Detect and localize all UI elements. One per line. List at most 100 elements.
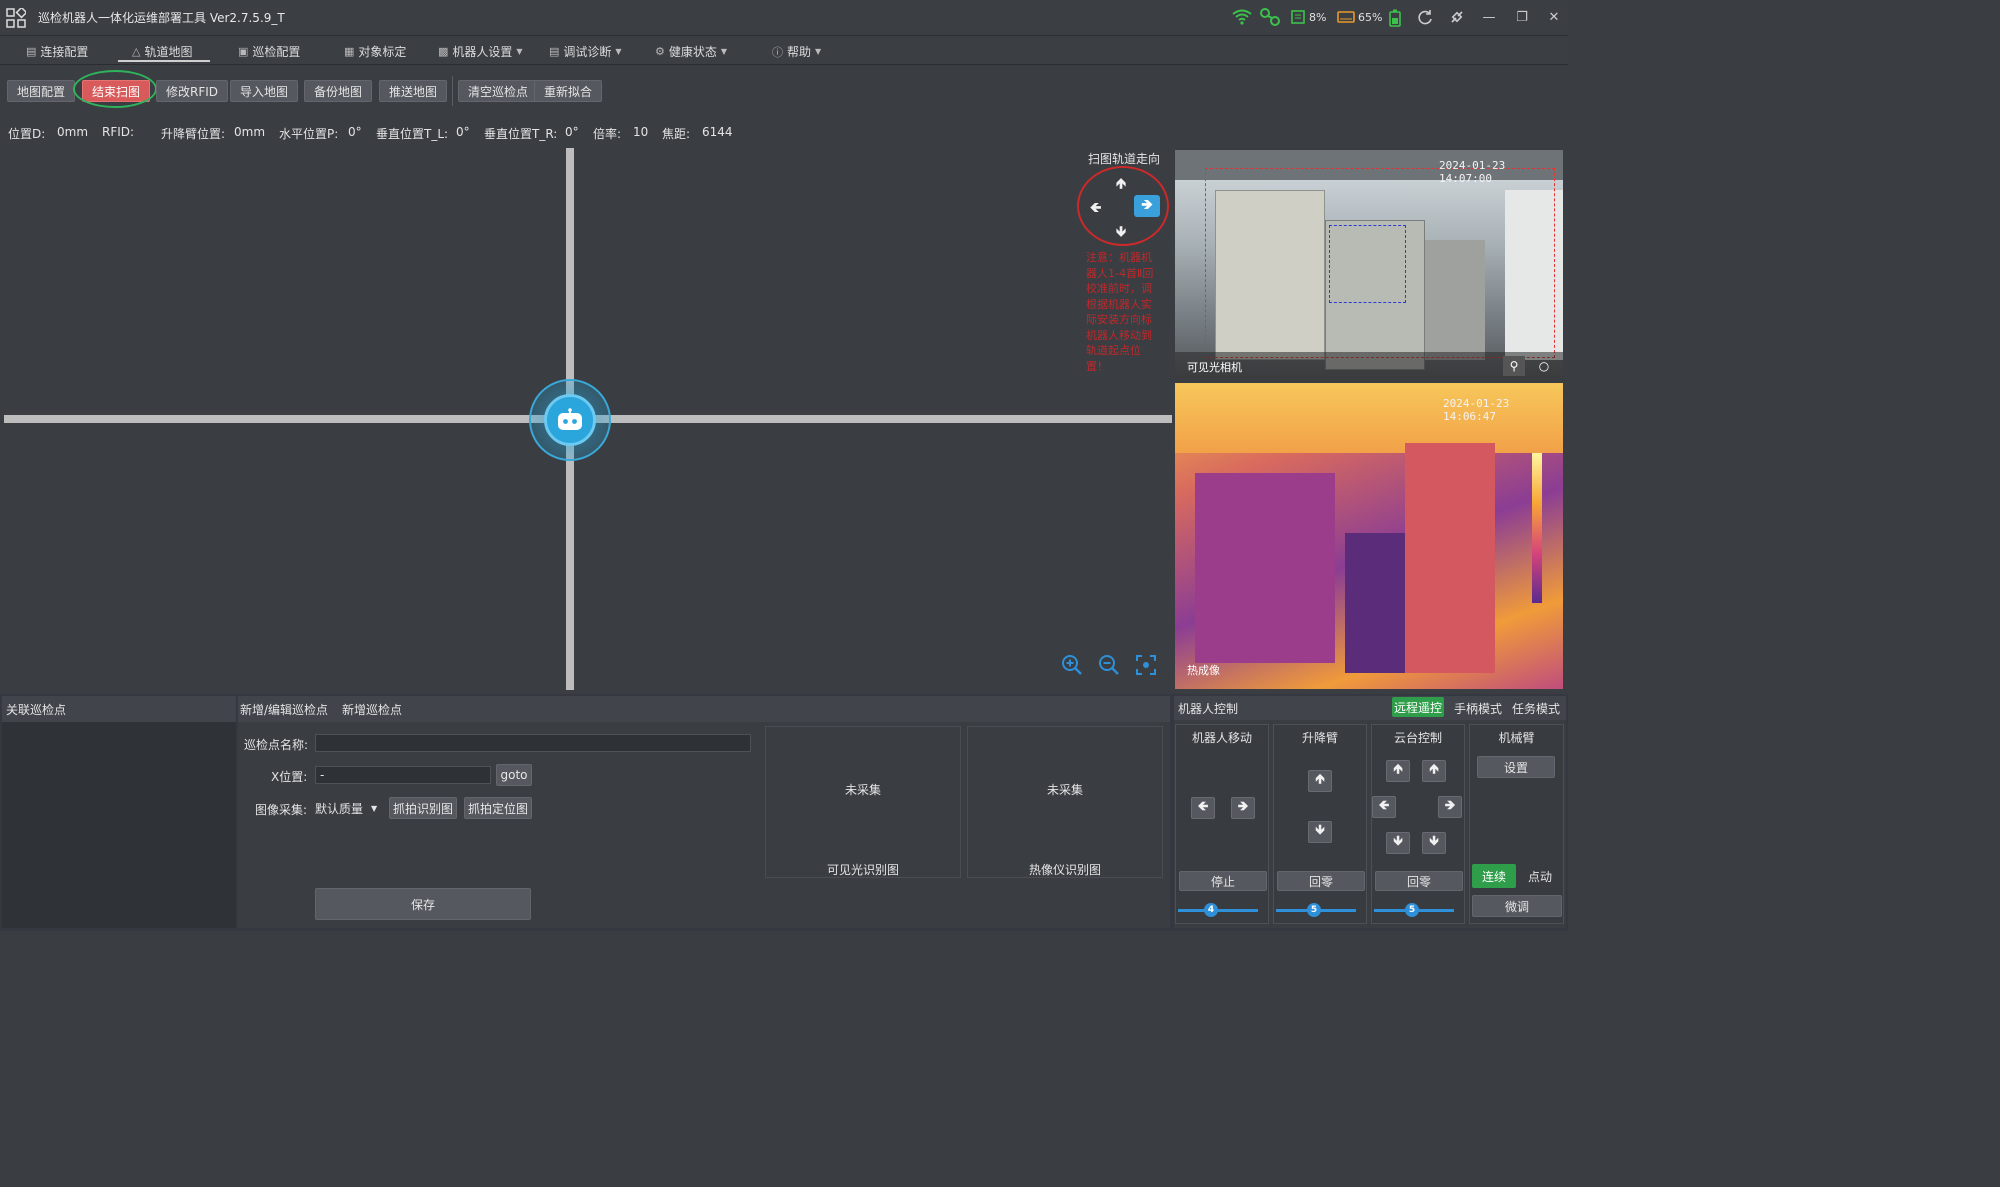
sync-icon[interactable] — [1416, 8, 1434, 26]
chevron-down-icon: ▼ — [720, 47, 728, 56]
point-move-button[interactable]: 点动 — [1518, 864, 1562, 888]
x-label: X位置: — [271, 770, 308, 784]
save-button[interactable]: 保存 — [315, 888, 531, 920]
robot-marker[interactable] — [544, 394, 596, 446]
battery-icon — [1389, 9, 1401, 27]
move-column: 机器人移动 🡸 🡺 停止 4 — [1175, 724, 1269, 924]
zoom-in-icon[interactable] — [1060, 653, 1084, 677]
clear-points-button[interactable]: 清空巡检点 — [458, 80, 539, 102]
ptz-right-icon[interactable]: 🡺 — [1438, 796, 1462, 818]
tab-edit-point[interactable]: 新增/编辑巡检点 — [240, 701, 328, 718]
edit-point-panel: 新增/编辑巡检点 新增巡检点 巡检点名称: X位置: - goto 图像采集: … — [238, 696, 1170, 928]
capture-recognition-button[interactable]: 抓拍识别图 — [389, 797, 457, 819]
map-icon: △ — [132, 45, 141, 58]
camera-zoom-icon[interactable]: ⚲ — [1503, 356, 1525, 376]
app-logo-icon — [6, 8, 26, 28]
move-speed-slider[interactable] — [1178, 909, 1258, 912]
arm-settings-button[interactable]: 设置 — [1477, 756, 1555, 778]
ptz-speed-knob[interactable]: 5 — [1405, 903, 1419, 917]
track-map-canvas[interactable] — [4, 148, 1172, 690]
vposr-label: 垂直位置T_R: — [484, 127, 558, 141]
mode-manual-button[interactable]: 手柄模式 — [1454, 700, 1502, 717]
active-tab-indicator — [118, 60, 210, 62]
visible-camera-view[interactable]: 2024-01-23 14:07:00 可见光相机 ⚲ ○ — [1175, 150, 1563, 380]
move-speed-knob[interactable]: 4 — [1204, 903, 1218, 917]
lift-column: 升降臂 🡹 🡻 回零 5 — [1273, 724, 1367, 924]
network-link-icon — [1260, 8, 1280, 26]
menu-object-calibration[interactable]: ▦ 对象标定 — [344, 43, 406, 60]
focus-label: 焦距: — [662, 127, 691, 141]
backup-map-button[interactable]: 备份地图 — [304, 80, 373, 102]
name-label: 巡检点名称: — [244, 738, 309, 752]
robot-icon — [558, 408, 582, 430]
menu-robot-settings[interactable]: ▩ 机器人设置 ▼ — [438, 43, 523, 60]
fine-tune-button[interactable]: 微调 — [1472, 895, 1562, 917]
assoc-title: 关联巡检点 — [6, 703, 67, 717]
visible-timestamp: 2024-01-23 14:07:00 — [1439, 159, 1506, 185]
menu-label: 机器人设置 — [452, 45, 513, 59]
hpos-value: 0° — [348, 125, 362, 139]
x-position-input[interactable]: - — [315, 766, 491, 784]
lift-title: 升降臂 — [1301, 731, 1338, 745]
camera-record-icon[interactable]: ○ — [1533, 356, 1555, 376]
arrow-down-icon[interactable]: 🡻 — [1116, 221, 1126, 245]
arrow-right-icon[interactable]: 🡺 — [1134, 195, 1160, 217]
vposl-label: 垂直位置T_L: — [376, 127, 449, 141]
visible-label: 可见光相机 — [1187, 361, 1242, 374]
toolbar-divider — [452, 76, 453, 106]
menu-track-map[interactable]: △ 轨道地图 — [132, 43, 192, 60]
continuous-button[interactable]: 连续 — [1472, 864, 1516, 888]
menu-connect-config[interactable]: ▤ 连接配置 — [26, 43, 88, 60]
associated-points-panel: 关联巡检点 — [2, 696, 236, 928]
tab-new-point[interactable]: 新增巡检点 — [342, 701, 402, 718]
mode-task-button[interactable]: 任务模式 — [1512, 700, 1560, 717]
arrow-left-icon[interactable]: 🡸 — [1090, 197, 1101, 221]
app-title: 巡检机器人一体化运维部署工具 Ver2.7.5.9_T — [38, 11, 285, 25]
minimize-button[interactable]: — — [1477, 6, 1501, 28]
menu-inspect-config[interactable]: ▣ 巡检配置 — [238, 43, 300, 60]
highlight-ring — [73, 70, 157, 108]
ptz-up-right-icon[interactable]: 🡹 — [1422, 760, 1446, 782]
push-map-button[interactable]: 推送地图 — [379, 80, 448, 102]
ptz-down-left-icon[interactable]: 🡻 — [1386, 832, 1410, 854]
fit-view-icon[interactable] — [1134, 653, 1158, 677]
import-map-button[interactable]: 导入地图 — [230, 80, 299, 102]
stop-button[interactable]: 停止 — [1179, 871, 1267, 891]
move-right-icon[interactable]: 🡺 — [1231, 797, 1255, 819]
restore-button[interactable]: ❐ — [1510, 6, 1534, 28]
calibration-note: 注意：机器机器人1-4首Ⅱ回校准前时，调根据机器人实际安装方向标机器人移动到轨道… — [1086, 251, 1154, 373]
lift-down-icon[interactable]: 🡻 — [1308, 821, 1332, 843]
menu-help[interactable]: ⓘ 帮助 ▼ — [772, 43, 821, 60]
zoom-out-icon[interactable] — [1097, 653, 1121, 677]
image-capture-label: 图像采集: — [255, 803, 308, 817]
close-button[interactable]: ✕ — [1542, 6, 1566, 28]
menu-debug[interactable]: ▤ 调试诊断 ▼ — [549, 43, 622, 60]
menu-label: 帮助 — [787, 45, 812, 59]
arrow-up-icon[interactable]: 🡹 — [1116, 173, 1126, 197]
menu-health[interactable]: ⚙ 健康状态 ▼ — [655, 43, 727, 60]
map-config-button[interactable]: 地图配置 — [7, 80, 76, 102]
thermal-camera-view[interactable]: 2024-01-23 14:06:47 热成像 — [1175, 383, 1563, 689]
edit-rfid-button[interactable]: 修改RFID — [156, 80, 229, 102]
disk-status: 65% — [1337, 9, 1382, 25]
thermal-cabinet — [1195, 473, 1335, 663]
quality-select[interactable]: 默认质量 ▼ — [315, 798, 385, 818]
goto-button[interactable]: goto — [496, 764, 532, 786]
move-left-icon[interactable]: 🡸 — [1191, 797, 1215, 819]
capture-locate-button[interactable]: 抓拍定位图 — [464, 797, 532, 819]
ptz-up-left-icon[interactable]: 🡹 — [1386, 760, 1410, 782]
thermal-label: 热成像 — [1187, 664, 1220, 677]
plug-icon[interactable] — [1448, 8, 1466, 26]
thermal-wall — [1405, 443, 1495, 673]
ptz-down-right-icon[interactable]: 🡻 — [1422, 832, 1446, 854]
ptz-left-icon[interactable]: 🡸 — [1372, 796, 1396, 818]
lift-speed-knob[interactable]: 5 — [1307, 903, 1321, 917]
lift-up-icon[interactable]: 🡹 — [1308, 770, 1332, 792]
refit-button[interactable]: 重新拟合 — [534, 80, 603, 102]
ptz-zero-button[interactable]: 回零 — [1375, 871, 1463, 891]
lift-zero-button[interactable]: 回零 — [1277, 871, 1365, 891]
pos-d-value: 0mm — [57, 125, 89, 139]
point-name-input[interactable] — [315, 734, 751, 752]
mode-remote-button[interactable]: 远程遥控 — [1392, 697, 1444, 717]
cpu-status: 8% — [1290, 9, 1326, 25]
